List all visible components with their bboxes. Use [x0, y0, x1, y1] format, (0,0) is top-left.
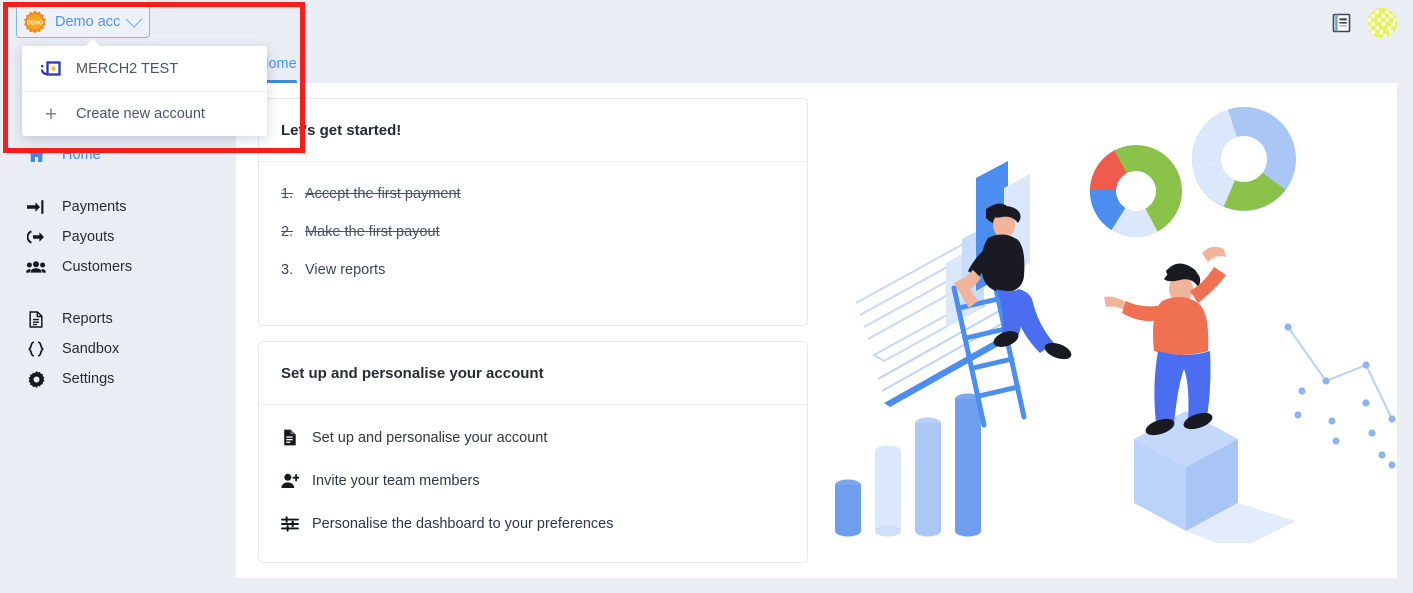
card-title: Set up and personalise your account	[259, 342, 807, 405]
sidebar-item-sandbox[interactable]: Sandbox	[0, 334, 236, 364]
user-avatar-identicon[interactable]	[1367, 7, 1397, 38]
sidebar-item-label: Customers	[62, 259, 133, 275]
documentation-book-icon[interactable]	[1331, 12, 1353, 34]
sidebar-item-label: Home	[62, 147, 101, 163]
account-switcher-label: Demo acc	[55, 13, 121, 30]
card-lets-get-started: Let's get started! 1. Accept the first p…	[258, 98, 808, 326]
nav-group-main: Home	[0, 140, 236, 170]
nav-group-tools: Reports Sandbox Settings	[0, 304, 236, 394]
sidebar-item-payouts[interactable]: Payouts	[0, 222, 236, 252]
plus-icon: +	[44, 102, 58, 126]
sliders-icon	[281, 516, 299, 532]
tab-strip: Home	[236, 45, 1413, 83]
customers-people-icon	[26, 260, 46, 274]
step-label[interactable]: View reports	[305, 262, 385, 278]
step-number: 1.	[281, 186, 294, 202]
sidebar-item-label: Sandbox	[62, 341, 120, 357]
action-label: Set up and personalise your account	[312, 429, 548, 446]
card-body: 1. Accept the first payment 2. Make the …	[259, 162, 807, 278]
dropdown-item-create-account[interactable]: + Create new account	[22, 91, 267, 136]
sidebar-item-home[interactable]: Home	[0, 140, 236, 170]
chevron-down-icon	[125, 10, 143, 28]
sidebar-item-label: Payouts	[62, 229, 115, 245]
analytics-onboarding-illustration	[826, 103, 1396, 551]
sidebar-item-payments[interactable]: Payments	[0, 192, 236, 222]
step-number: 3.	[281, 262, 294, 278]
demo-starburst-badge-icon: DEMO	[23, 10, 47, 34]
action-label: Personalise the dashboard to your prefer…	[312, 516, 614, 532]
step-view-reports[interactable]: 3. View reports	[281, 262, 785, 278]
sandbox-braces-icon	[26, 341, 46, 357]
step-label[interactable]: Make the first payout	[305, 224, 440, 240]
home-icon	[26, 147, 46, 163]
sidebar-item-customers[interactable]: Customers	[0, 252, 236, 282]
payouts-arrow-out-icon	[26, 229, 46, 245]
account-switcher-button[interactable]: DEMO Demo acc	[16, 5, 151, 38]
payments-arrow-in-icon	[26, 199, 46, 215]
merchant-logo-icon	[40, 58, 62, 80]
app-root: DEMO Demo acc MERCH2 TEST + Create new a…	[0, 0, 1413, 593]
card-set-up-and-personalise: Set up and personalise your account Set …	[258, 341, 808, 563]
reports-document-icon	[26, 310, 46, 328]
nav-group-money: Payments Payouts Customers	[0, 192, 236, 282]
dropdown-item-label: Create new account	[76, 106, 205, 122]
card-body: Set up and personalise your account Invi…	[259, 405, 807, 532]
step-accept-first-payment[interactable]: 1. Accept the first payment	[281, 186, 785, 202]
action-invite-team-members[interactable]: Invite your team members	[281, 473, 785, 489]
account-dropdown-menu[interactable]: MERCH2 TEST + Create new account	[22, 39, 267, 136]
sidebar-item-label: Payments	[62, 199, 127, 215]
step-make-first-payout[interactable]: 2. Make the first payout	[281, 224, 785, 240]
top-bar-actions	[1331, 0, 1397, 45]
action-set-up-account[interactable]: Set up and personalise your account	[281, 429, 785, 446]
sidebar-item-settings[interactable]: Settings	[0, 364, 236, 394]
main-content: Let's get started! 1. Accept the first p…	[236, 83, 1397, 578]
card-title: Let's get started!	[259, 99, 807, 162]
step-label[interactable]: Accept the first payment	[305, 186, 461, 202]
sidebar: DEMO Demo acc MERCH2 TEST + Create new a…	[0, 0, 267, 593]
user-plus-icon	[281, 473, 299, 489]
top-bar	[236, 0, 1413, 45]
action-personalise-dashboard[interactable]: Personalise the dashboard to your prefer…	[281, 516, 785, 532]
sidebar-item-reports[interactable]: Reports	[0, 304, 236, 334]
settings-gear-icon	[26, 370, 46, 388]
step-number: 2.	[281, 224, 294, 240]
sidebar-item-label: Reports	[62, 311, 113, 327]
sidebar-nav: Home Payments Payouts Customers Reports …	[0, 140, 236, 416]
dropdown-item-merchant[interactable]: MERCH2 TEST	[22, 46, 267, 91]
svg-text:DEMO: DEMO	[27, 20, 43, 26]
document-icon	[281, 429, 299, 446]
action-label: Invite your team members	[312, 473, 480, 489]
dropdown-item-label: MERCH2 TEST	[76, 60, 179, 77]
sidebar-item-label: Settings	[62, 371, 115, 387]
